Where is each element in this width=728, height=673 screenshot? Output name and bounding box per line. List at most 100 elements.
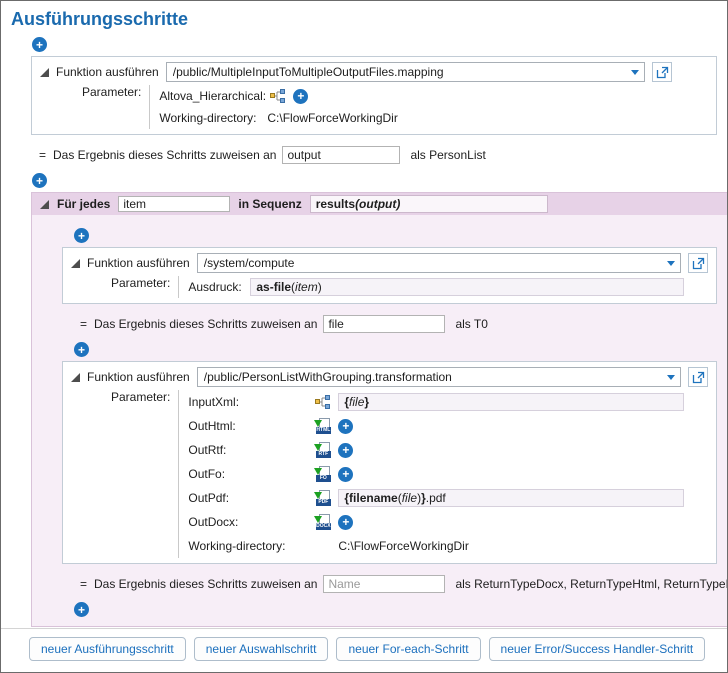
param-value: C:\FlowForceWorkingDir	[338, 539, 468, 553]
add-step-button-top[interactable]: +	[32, 37, 47, 52]
new-for-each-step-button[interactable]: neuer For-each-Schritt	[336, 637, 480, 661]
sequence-expression[interactable]: results(output)	[310, 195, 548, 213]
function-path-combobox[interactable]: /public/MultipleInputToMultipleOutputFil…	[166, 62, 645, 82]
param-name: Altova_Hierarchical:	[159, 89, 261, 103]
add-param-value-button[interactable]: +	[338, 467, 353, 482]
param-name: OutHtml:	[188, 419, 306, 433]
parameter-label: Parameter:	[111, 390, 178, 558]
open-function-button[interactable]	[652, 62, 672, 82]
assign-type-text: als PersonList	[410, 148, 485, 162]
param-row-altova-hierarchical: Altova_Hierarchical: +	[159, 85, 708, 107]
add-step-row: +	[74, 342, 727, 357]
collapse-triangle-icon[interactable]	[40, 200, 49, 209]
xml-input-icon	[312, 395, 332, 409]
assign-variable-input[interactable]	[282, 146, 400, 164]
param-name: InputXml:	[188, 395, 306, 409]
param-row-outhtml: OutHtml: HTML +	[188, 414, 708, 438]
add-param-value-button[interactable]: +	[338, 419, 353, 434]
function-label: Funktion ausführen	[87, 370, 190, 384]
add-step-button[interactable]: +	[74, 342, 89, 357]
parameter-label: Parameter:	[82, 85, 149, 129]
param-row-outpdf: OutPdf: PDF {filename(file)}.pdf	[188, 486, 708, 510]
param-row-outdocx: OutDocx: DOCX +	[188, 510, 708, 534]
expression-value[interactable]: as-file(item)	[250, 278, 684, 296]
param-name: OutRtf:	[188, 443, 306, 457]
in-sequence-label: in Sequenz	[238, 197, 301, 211]
equals-sign: =	[80, 317, 94, 331]
param-row-outfo: OutFo: FO +	[188, 462, 708, 486]
assign-variable-input[interactable]	[323, 315, 445, 333]
function-path-value: /system/compute	[204, 256, 295, 270]
for-each-item-input[interactable]	[118, 196, 230, 212]
param-value: C:\FlowForceWorkingDir	[267, 111, 397, 125]
dropdown-arrow-icon[interactable]	[667, 261, 675, 266]
param-row-working-directory: Working-directory: C:\FlowForceWorkingDi…	[159, 107, 708, 129]
parameter-list: Ausdruck: as-file(item)	[178, 276, 708, 298]
external-link-icon	[656, 66, 669, 79]
function-path-value: /public/PersonListWithGrouping.transform…	[204, 370, 452, 384]
hierarchical-data-icon	[267, 89, 287, 103]
param-name: Ausdruck:	[188, 280, 244, 294]
function-path-value: /public/MultipleInputToMultipleOutputFil…	[173, 65, 444, 79]
docx-output-icon: DOCX	[312, 514, 332, 530]
dropdown-arrow-icon[interactable]	[631, 70, 639, 75]
collapse-triangle-icon[interactable]	[71, 373, 80, 382]
page-title: Ausführungsschritte	[11, 9, 727, 30]
add-step-row: +	[32, 37, 727, 52]
param-name: OutDocx:	[188, 515, 306, 529]
open-function-button[interactable]	[688, 367, 708, 387]
execution-steps-panel: Ausführungsschritte + Funktion ausführen…	[0, 0, 728, 673]
assign-type-text: als T0	[455, 317, 487, 331]
assign-result-row-3: = Das Ergebnis dieses Schritts zuweisen …	[80, 573, 727, 595]
param-name: Working-directory:	[188, 539, 306, 553]
dropdown-arrow-icon[interactable]	[667, 375, 675, 380]
add-param-value-button[interactable]: +	[338, 515, 353, 530]
collapse-triangle-icon[interactable]	[71, 259, 80, 268]
param-name: Working-directory:	[159, 111, 261, 125]
parameter-label: Parameter:	[111, 276, 178, 298]
expression-value[interactable]: {filename(file)}.pdf	[338, 489, 684, 507]
for-each-step-block: Für jedes in Sequenz results(output) + F…	[31, 192, 727, 627]
function-path-combobox[interactable]: /public/PersonListWithGrouping.transform…	[197, 367, 681, 387]
param-name: OutFo:	[188, 467, 306, 481]
param-row-working-directory: Working-directory: C:\FlowForceWorkingDi…	[188, 534, 708, 558]
new-choose-step-button[interactable]: neuer Auswahlschritt	[194, 637, 329, 661]
step-execute-function-2: Funktion ausführen /system/compute	[62, 247, 717, 304]
parameter-list: InputXml: {file}	[178, 390, 708, 558]
param-row-inputxml: InputXml: {file}	[188, 390, 708, 414]
equals-sign: =	[80, 577, 94, 591]
add-param-value-button[interactable]: +	[338, 443, 353, 458]
add-step-button[interactable]: +	[74, 602, 89, 617]
param-row-expression: Ausdruck: as-file(item)	[188, 276, 708, 298]
add-step-row: +	[32, 173, 727, 188]
pdf-output-icon: PDF	[312, 490, 332, 506]
fo-output-icon: FO	[312, 466, 332, 482]
open-function-button[interactable]	[688, 253, 708, 273]
param-name: OutPdf:	[188, 491, 306, 505]
new-execution-step-button[interactable]: neuer Ausführungsschritt	[29, 637, 186, 661]
function-label: Funktion ausführen	[87, 256, 190, 270]
add-step-row: +	[74, 228, 727, 243]
collapse-triangle-icon[interactable]	[40, 68, 49, 77]
external-link-icon	[692, 371, 705, 384]
expression-value[interactable]: {file}	[338, 393, 684, 411]
param-row-outrtf: OutRtf: RTF +	[188, 438, 708, 462]
step-execute-function-1: Funktion ausführen /public/MultipleInput…	[31, 56, 717, 135]
external-link-icon	[692, 257, 705, 270]
rtf-output-icon: RTF	[312, 442, 332, 458]
html-output-icon: HTML	[312, 418, 332, 434]
footer-button-bar: neuer Ausführungsschritt neuer Auswahlsc…	[1, 628, 727, 672]
assign-label: Das Ergebnis dieses Schritts zuweisen an	[94, 317, 317, 331]
assign-type-text: als ReturnTypeDocx, ReturnTypeHtml, Retu…	[455, 577, 727, 591]
equals-sign: =	[39, 148, 53, 162]
function-label: Funktion ausführen	[56, 65, 159, 79]
for-each-body: + Funktion ausführen /system/compute	[32, 215, 727, 626]
add-param-value-button[interactable]: +	[293, 89, 308, 104]
new-error-success-handler-step-button[interactable]: neuer Error/Success Handler-Schritt	[489, 637, 706, 661]
add-step-button[interactable]: +	[32, 173, 47, 188]
for-each-header: Für jedes in Sequenz results(output)	[32, 193, 727, 215]
function-path-combobox[interactable]: /system/compute	[197, 253, 681, 273]
assign-variable-input[interactable]	[323, 575, 445, 593]
assign-result-row-1: = Das Ergebnis dieses Schritts zuweisen …	[39, 144, 727, 166]
add-step-button[interactable]: +	[74, 228, 89, 243]
